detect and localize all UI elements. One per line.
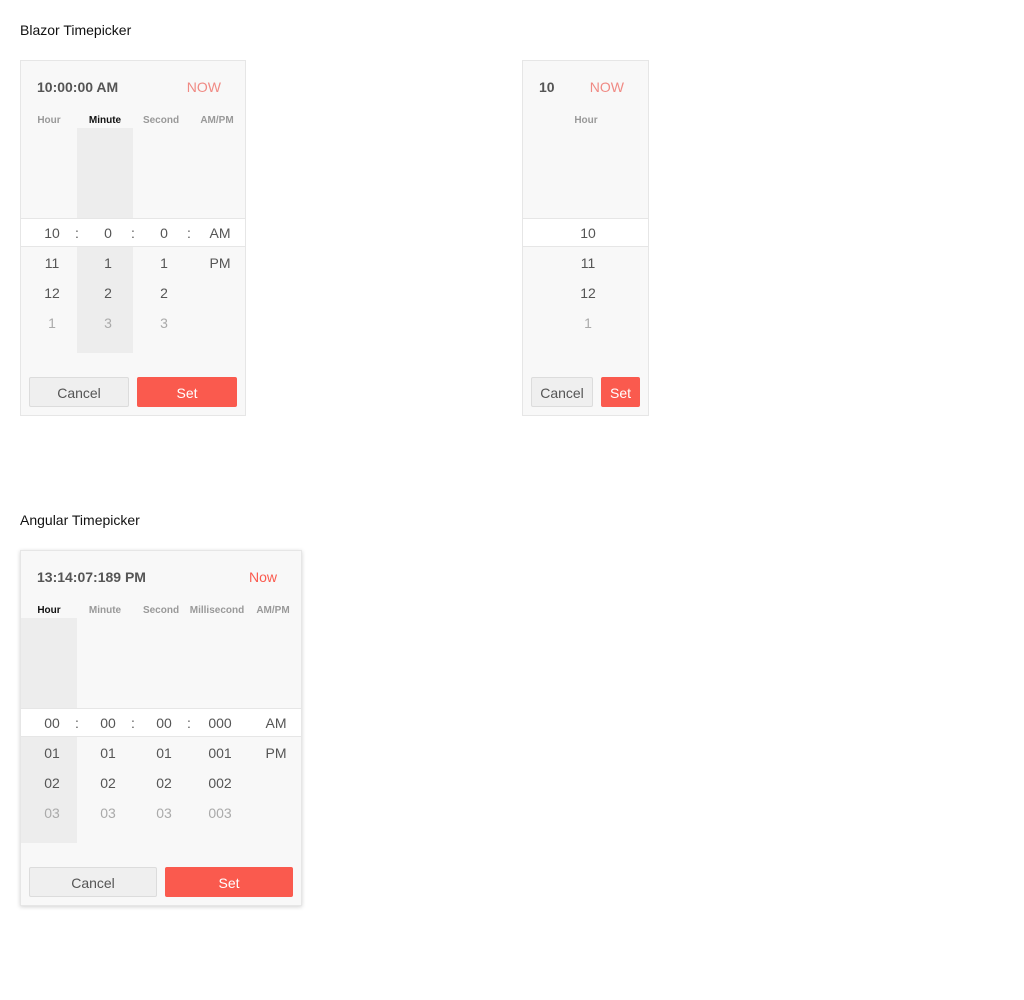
ampm-selected[interactable]: AM (192, 218, 248, 248)
second-option[interactable]: 02 (136, 768, 192, 798)
hour-option[interactable]: 03 (24, 798, 80, 828)
set-button[interactable]: Set (165, 867, 293, 897)
minute-option[interactable]: 02 (80, 768, 136, 798)
column-label-hour[interactable]: Hour (558, 115, 614, 126)
column-label-millisecond[interactable]: Millisecond (189, 605, 245, 616)
hour-option[interactable]: 01 (24, 738, 80, 768)
second-option[interactable]: 2 (136, 278, 192, 308)
second-option[interactable]: 1 (136, 248, 192, 278)
now-button[interactable]: Now (249, 569, 277, 585)
minute-option[interactable]: 3 (80, 308, 136, 338)
angular-section-title: Angular Timepicker (20, 512, 140, 528)
hour-option[interactable]: 1 (560, 308, 616, 338)
minute-selected[interactable]: 0 (80, 218, 136, 248)
second-option[interactable]: 3 (136, 308, 192, 338)
hour-option[interactable]: 12 (560, 278, 616, 308)
ampm-selected[interactable]: AM (248, 708, 304, 738)
picker-header: 13:14:07:189 PM Now (21, 551, 301, 603)
column-label-hour[interactable]: Hour (21, 605, 77, 616)
now-button[interactable]: NOW (187, 79, 221, 95)
blazor-section-title: Blazor Timepicker (20, 22, 132, 38)
column-label-minute[interactable]: Minute (77, 115, 133, 126)
time-display: 10 (539, 79, 555, 95)
column-label-second[interactable]: Second (133, 115, 189, 126)
column-label-ampm[interactable]: AM/PM (245, 605, 301, 616)
millisecond-option[interactable]: 002 (192, 768, 248, 798)
hour-option[interactable]: 02 (24, 768, 80, 798)
minute-option[interactable]: 2 (80, 278, 136, 308)
column-label-second[interactable]: Second (133, 605, 189, 616)
column-label-hour[interactable]: Hour (21, 115, 77, 126)
hour-option[interactable]: 11 (560, 248, 616, 278)
angular-timepicker: 13:14:07:189 PM Now Hour Minute Second M… (20, 550, 302, 906)
hour-selected[interactable]: 00 (24, 708, 80, 738)
second-selected[interactable]: 0 (136, 218, 192, 248)
second-selected[interactable]: 00 (136, 708, 192, 738)
hour-selected[interactable]: 10 (24, 218, 80, 248)
minute-option[interactable]: 1 (80, 248, 136, 278)
now-button[interactable]: NOW (590, 79, 624, 95)
hour-option[interactable]: 11 (24, 248, 80, 278)
second-option[interactable]: 01 (136, 738, 192, 768)
time-display: 10:00:00 AM (37, 79, 119, 95)
minute-option[interactable]: 01 (80, 738, 136, 768)
minute-selected[interactable]: 00 (80, 708, 136, 738)
column-label-ampm[interactable]: AM/PM (189, 115, 245, 126)
ampm-option[interactable]: PM (192, 248, 248, 278)
blazor-timepicker-hour-only: 10 NOW Hour 10 11 12 1 Cancel Set (522, 60, 649, 416)
blazor-timepicker-full: 10:00:00 AM NOW Hour Minute Second AM/PM… (20, 60, 246, 416)
hour-option[interactable]: 12 (24, 278, 80, 308)
cancel-button[interactable]: Cancel (531, 377, 593, 407)
set-button[interactable]: Set (601, 377, 640, 407)
ampm-option[interactable]: PM (248, 738, 304, 768)
cancel-button[interactable]: Cancel (29, 377, 129, 407)
picker-header: 10:00:00 AM NOW (21, 61, 245, 113)
time-display: 13:14:07:189 PM (37, 569, 146, 585)
set-button[interactable]: Set (137, 377, 237, 407)
millisecond-option[interactable]: 003 (192, 798, 248, 828)
hour-selected[interactable]: 10 (560, 218, 616, 248)
second-option[interactable]: 03 (136, 798, 192, 828)
column-label-minute[interactable]: Minute (77, 605, 133, 616)
picker-header: 10 NOW (523, 61, 648, 113)
hour-option[interactable]: 1 (24, 308, 80, 338)
millisecond-option[interactable]: 001 (192, 738, 248, 768)
minute-option[interactable]: 03 (80, 798, 136, 828)
millisecond-selected[interactable]: 000 (192, 708, 248, 738)
cancel-button[interactable]: Cancel (29, 867, 157, 897)
